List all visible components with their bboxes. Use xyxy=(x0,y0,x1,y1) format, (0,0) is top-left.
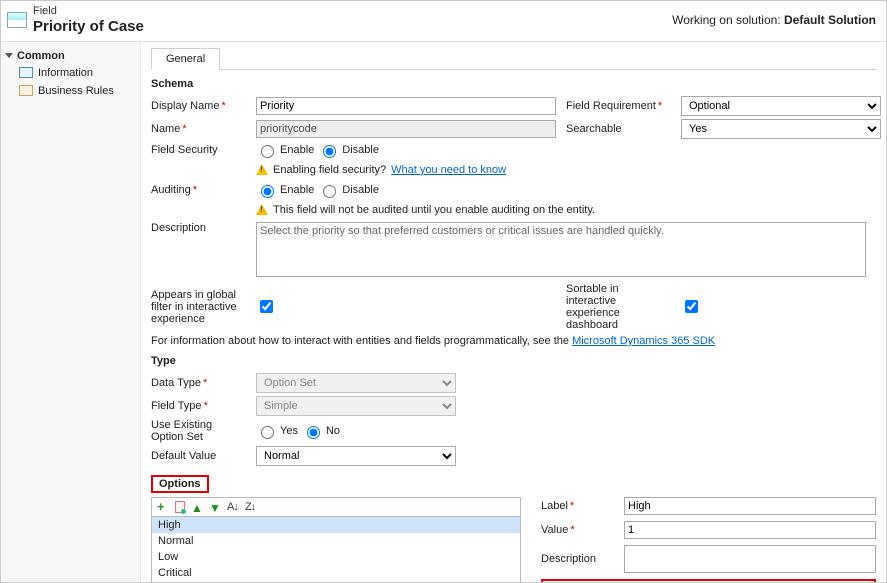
searchable-label: Searchable xyxy=(566,123,671,135)
info-icon xyxy=(19,67,33,78)
option-item[interactable]: Normal xyxy=(152,533,520,549)
fs-enable-radio[interactable]: Enable xyxy=(256,142,314,158)
fs-disable-radio[interactable]: Disable xyxy=(318,142,379,158)
opt-value-input[interactable] xyxy=(624,521,876,539)
searchable-select[interactable]: Yes xyxy=(681,119,881,139)
field-security-label: Field Security xyxy=(151,144,246,156)
fs-warning: Enabling field security? What you need t… xyxy=(256,161,556,179)
appears-filter-label: Appears in global filter in interactive … xyxy=(151,289,246,325)
field-type-select: Simple xyxy=(256,396,456,416)
move-down-icon[interactable]: ▼ xyxy=(209,501,221,513)
name-label: Name* xyxy=(151,123,246,135)
schema-heading: Schema xyxy=(151,78,876,90)
audit-disable-radio[interactable]: Disable xyxy=(318,182,379,198)
opt-color-row: Color xyxy=(541,579,876,582)
sidebar-item-business-rules[interactable]: Business Rules xyxy=(5,82,136,100)
auditing-label: Auditing* xyxy=(151,184,246,196)
opt-desc-textarea[interactable] xyxy=(624,545,876,573)
field-requirement-label: Field Requirement* xyxy=(566,100,671,112)
header-bar: Field Priority of Case Working on soluti… xyxy=(1,1,886,42)
use-existing-yes[interactable]: Yes xyxy=(256,423,298,439)
move-up-icon[interactable]: ▲ xyxy=(191,501,203,513)
appears-filter-checkbox[interactable] xyxy=(260,300,273,313)
options-heading: Options xyxy=(151,475,209,493)
field-type-label: Field Type* xyxy=(151,400,246,412)
entity-icon xyxy=(7,12,27,28)
options-toolbar: + ▲ ▼ A↓ Z↓ xyxy=(151,497,521,516)
description-textarea[interactable]: Select the priority so that preferred cu… xyxy=(256,222,866,277)
rules-icon xyxy=(19,85,33,96)
field-requirement-select[interactable]: Optional xyxy=(681,96,881,116)
sdk-link[interactable]: Microsoft Dynamics 365 SDK xyxy=(572,335,715,347)
opt-value-label: Value* xyxy=(541,524,616,536)
description-label: Description xyxy=(151,222,246,234)
option-item[interactable]: Low xyxy=(152,549,520,565)
fs-learn-link[interactable]: What you need to know xyxy=(391,164,506,176)
tab-bar: General xyxy=(151,48,876,70)
use-existing-radios: Yes No xyxy=(256,423,456,439)
option-item[interactable]: High xyxy=(152,517,520,533)
option-item[interactable]: Critical xyxy=(152,565,520,581)
warning-icon xyxy=(256,204,268,215)
default-value-select[interactable]: Normal xyxy=(256,446,456,466)
sidebar-item-information[interactable]: Information xyxy=(5,64,136,82)
warning-icon xyxy=(256,164,268,175)
use-existing-no[interactable]: No xyxy=(302,423,340,439)
default-value-label: Default Value xyxy=(151,450,246,462)
sidebar-item-label: Business Rules xyxy=(38,85,114,97)
page-title: Priority of Case xyxy=(33,18,144,35)
display-name-input[interactable] xyxy=(256,97,556,115)
sortable-label: Sortable in interactive experience dashb… xyxy=(566,283,671,331)
sidebar-group-common[interactable]: Common xyxy=(5,48,136,64)
opt-label-input[interactable] xyxy=(624,497,876,515)
edit-option-icon[interactable] xyxy=(175,501,185,513)
solution-indicator: Working on solution: Default Solution xyxy=(672,13,876,27)
add-option-icon[interactable]: + xyxy=(157,501,169,513)
tab-general[interactable]: General xyxy=(151,48,220,70)
data-type-label: Data Type* xyxy=(151,377,246,389)
sidebar: Common Information Business Rules xyxy=(1,42,141,582)
collapse-icon xyxy=(5,53,13,58)
options-list[interactable]: HighNormalLowCritical xyxy=(151,516,521,582)
display-name-label: Display Name* xyxy=(151,100,246,112)
audit-enable-radio[interactable]: Enable xyxy=(256,182,314,198)
auditing-radios: Enable Disable xyxy=(256,182,556,198)
opt-label-label: Label* xyxy=(541,500,616,512)
sort-desc-icon[interactable]: Z↓ xyxy=(245,501,257,513)
sort-asc-icon[interactable]: A↓ xyxy=(227,501,239,513)
use-existing-label: Use Existing Option Set xyxy=(151,419,246,443)
sdk-info-line: For information about how to interact wi… xyxy=(151,335,876,347)
data-type-select: Option Set xyxy=(256,373,456,393)
type-heading: Type xyxy=(151,355,876,367)
audit-warning: This field will not be audited until you… xyxy=(256,201,881,219)
opt-desc-label: Description xyxy=(541,553,616,565)
sidebar-item-label: Information xyxy=(38,67,93,79)
sortable-checkbox[interactable] xyxy=(685,300,698,313)
field-security-radios: Enable Disable xyxy=(256,142,556,158)
name-input xyxy=(256,120,556,138)
entity-type-label: Field xyxy=(33,5,144,18)
